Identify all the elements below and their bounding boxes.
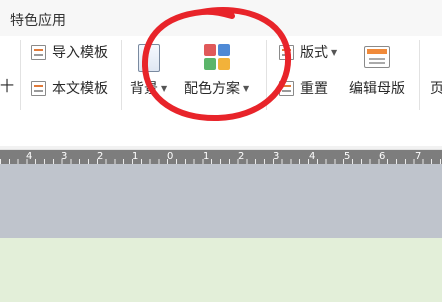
ruler-number: 4 bbox=[26, 151, 33, 162]
color-scheme-label: 配色方案 bbox=[184, 81, 240, 97]
chevron-down-icon: ▼ bbox=[331, 47, 338, 57]
palette-icon bbox=[203, 44, 230, 70]
ruler-number: 7 bbox=[415, 151, 422, 162]
ribbon-right-cut-label: 页 bbox=[430, 81, 442, 97]
ribbon-separator bbox=[121, 40, 122, 110]
background-button[interactable]: 背景 ▼ bbox=[130, 44, 167, 98]
ribbon-separator bbox=[20, 40, 21, 110]
ruler-number: 5 bbox=[344, 151, 351, 162]
reset-button[interactable]: 重置 bbox=[279, 78, 328, 98]
master-icon bbox=[364, 46, 390, 68]
reset-label: 重置 bbox=[300, 81, 328, 97]
color-scheme-button[interactable]: 配色方案 ▼ bbox=[184, 44, 249, 98]
ruler-number: 3 bbox=[61, 151, 68, 162]
import-template-button[interactable]: 导入模板 bbox=[31, 42, 108, 62]
slide-canvas[interactable] bbox=[0, 238, 442, 302]
edit-master-button[interactable]: 编辑母版 bbox=[349, 46, 405, 98]
background-label: 背景 bbox=[130, 81, 158, 97]
ribbon-separator bbox=[266, 40, 267, 110]
ruler-number: 3 bbox=[273, 151, 280, 162]
ribbon-separator bbox=[419, 40, 420, 110]
ruler-number: 1 bbox=[132, 151, 139, 162]
text-template-label: 本文模板 bbox=[52, 81, 108, 97]
page-icon bbox=[137, 44, 160, 72]
chevron-down-icon: ▼ bbox=[243, 83, 250, 93]
layout-button[interactable]: 版式 ▼ bbox=[279, 42, 337, 62]
ribbon-tab-strip bbox=[0, 0, 442, 36]
reset-icon bbox=[279, 80, 294, 96]
ruler-number: 6 bbox=[379, 151, 386, 162]
tab-special-apps[interactable]: 特色应用 bbox=[10, 10, 66, 30]
import-template-label: 导入模板 bbox=[52, 45, 108, 61]
ruler-number: 4 bbox=[309, 151, 316, 162]
edit-master-label: 编辑母版 bbox=[349, 81, 405, 97]
ruler-number: 2 bbox=[238, 151, 245, 162]
doc-list-icon bbox=[31, 80, 46, 96]
ruler-number: 1 bbox=[203, 151, 210, 162]
layout-icon bbox=[279, 44, 294, 60]
editor-canvas-background bbox=[0, 164, 442, 238]
doc-template-icon bbox=[31, 44, 46, 60]
ruler-number: 0 bbox=[167, 151, 174, 162]
ribbon-left-cut-glyph: 十 bbox=[0, 79, 14, 95]
ruler-number: 2 bbox=[97, 151, 104, 162]
text-template-button[interactable]: 本文模板 bbox=[31, 78, 108, 98]
chevron-down-icon: ▼ bbox=[161, 83, 168, 93]
layout-label: 版式 bbox=[300, 45, 328, 61]
